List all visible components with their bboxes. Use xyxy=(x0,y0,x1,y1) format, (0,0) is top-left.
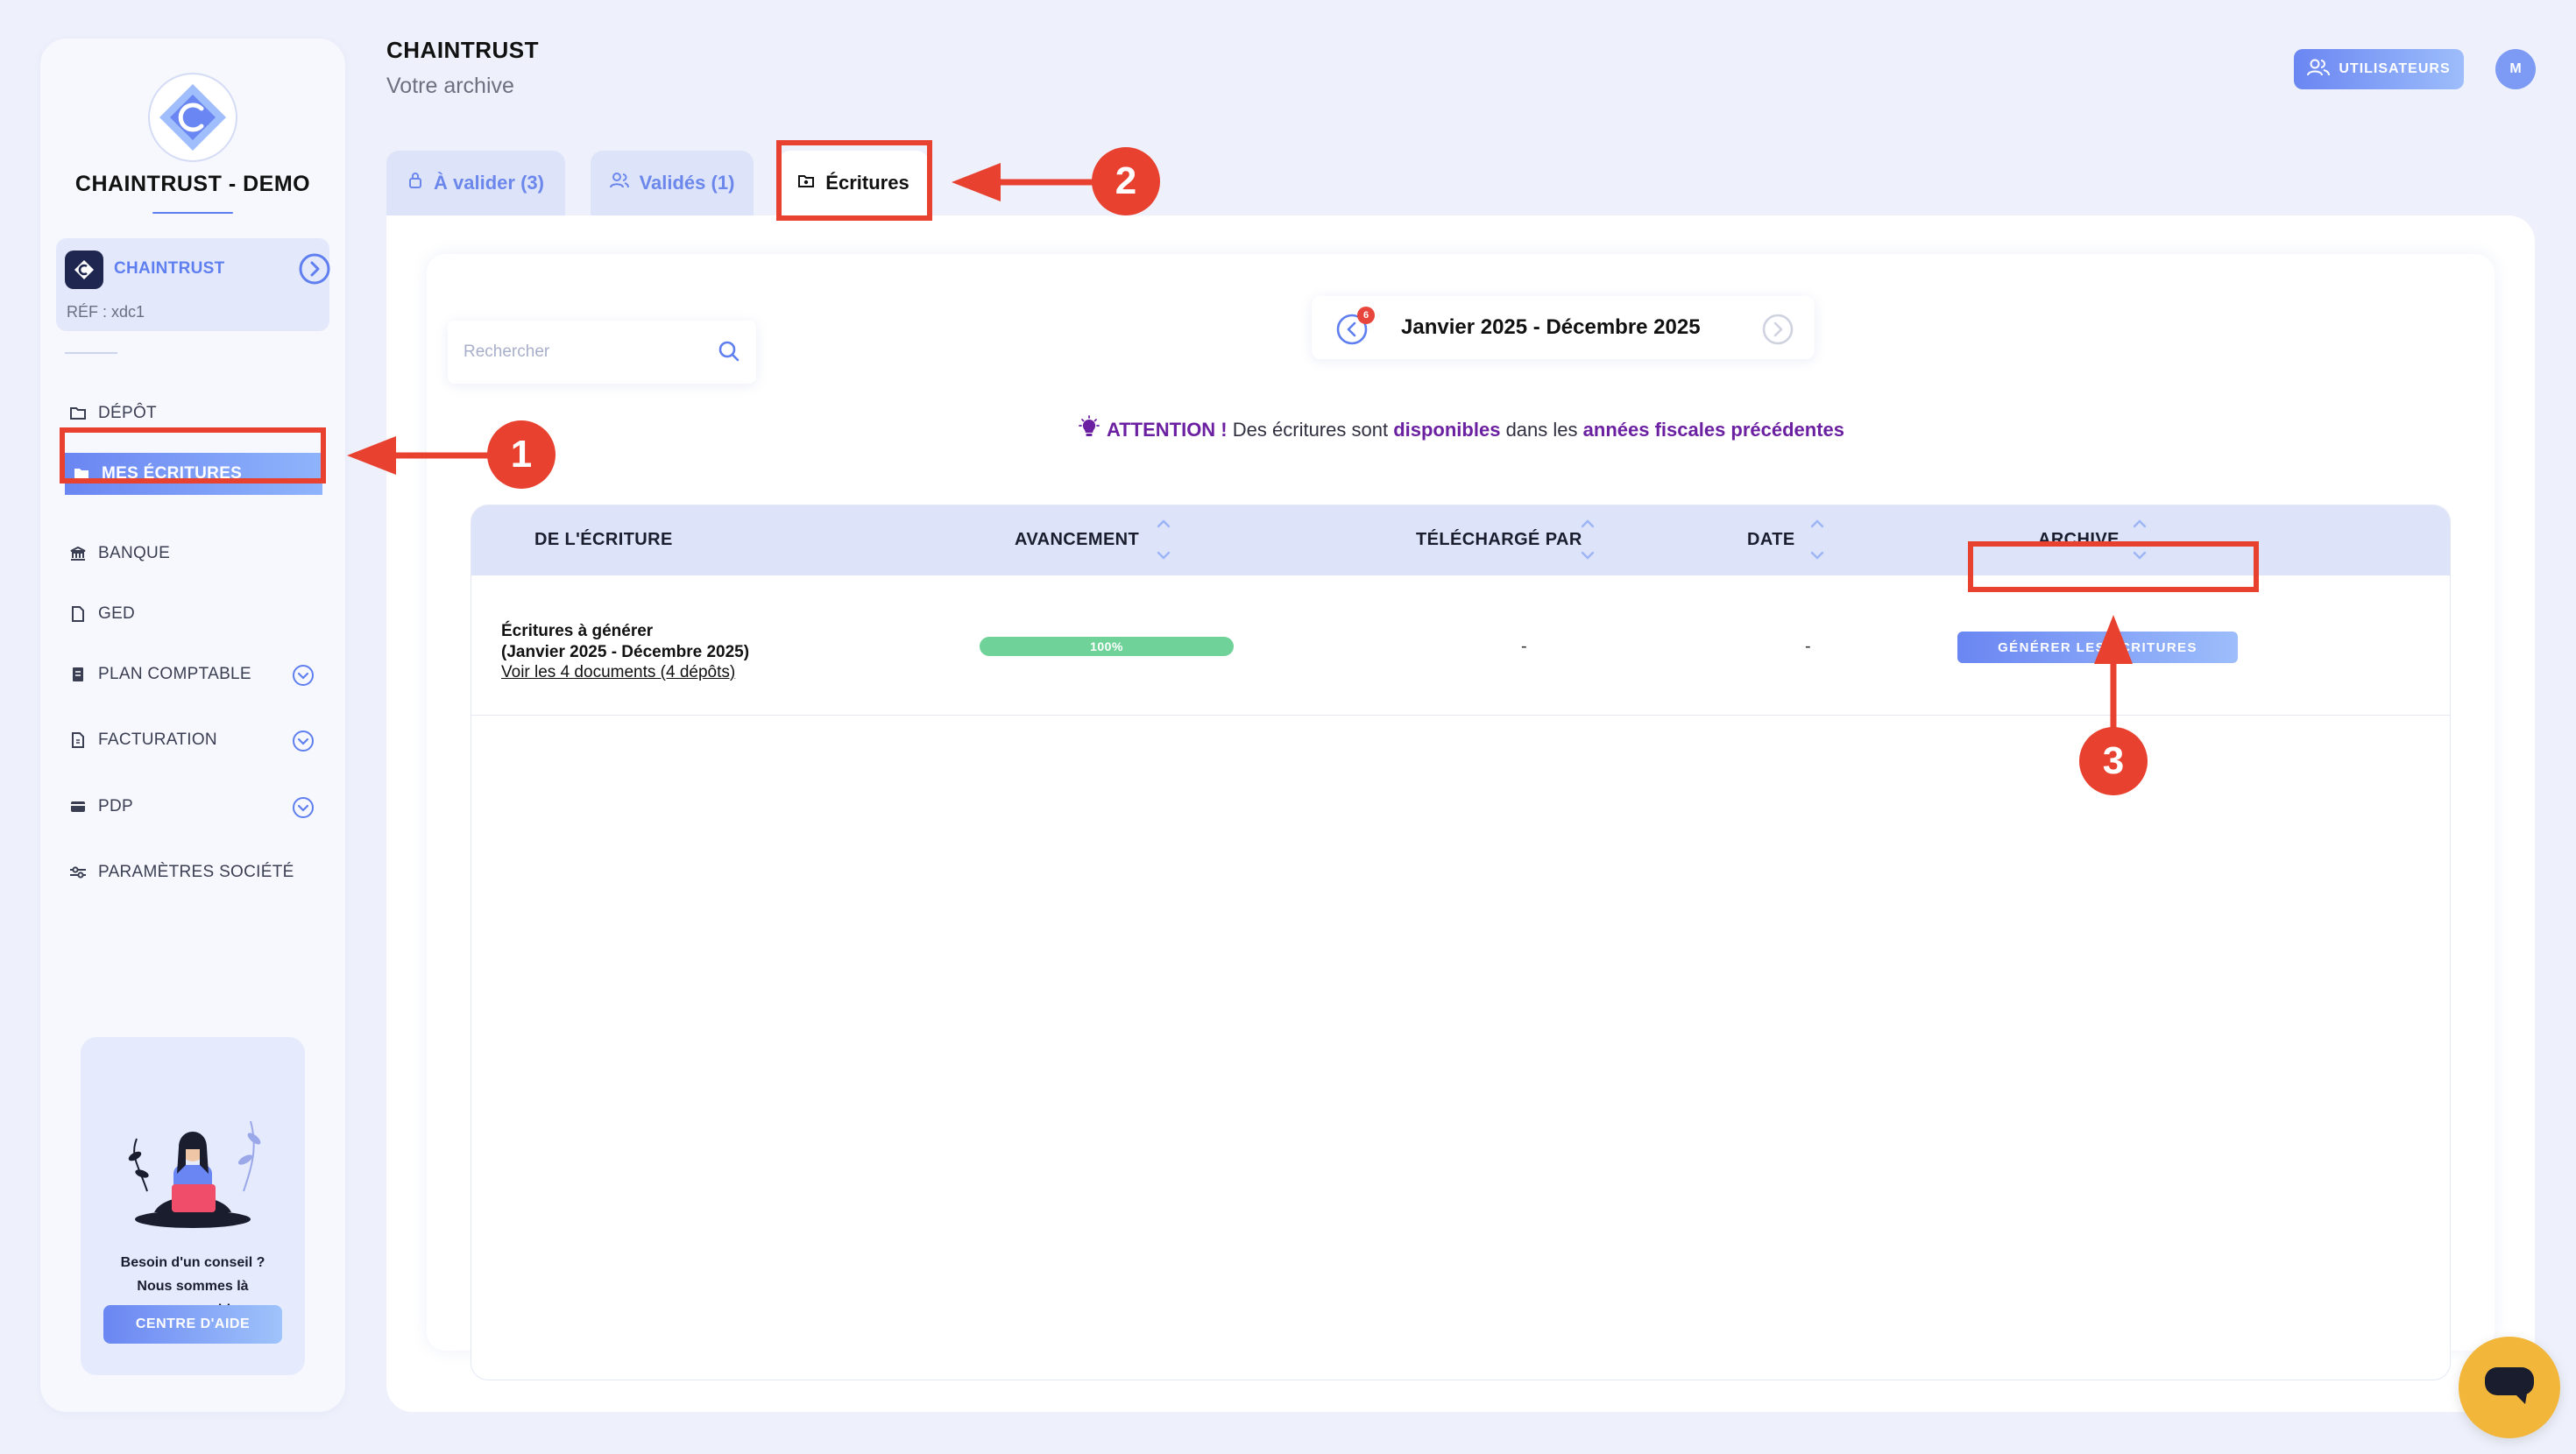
sidebar-item-label: PLAN COMPTABLE xyxy=(98,665,251,683)
documents-link[interactable]: Voir les 4 documents (4 dépôts) xyxy=(501,663,735,682)
help-line: Nous sommes là xyxy=(137,1279,249,1294)
avatar[interactable]: M xyxy=(2495,49,2536,89)
users-icon xyxy=(609,172,629,194)
users-icon xyxy=(2307,58,2331,81)
divider xyxy=(65,352,117,354)
title-underline xyxy=(152,212,233,214)
help-line: Besoin d'un conseil ? xyxy=(120,1255,265,1270)
previous-years-count-badge: 6 xyxy=(1357,307,1375,324)
progress-bar: 100% xyxy=(980,637,1234,656)
table-row: Écritures à générer (Janvier 2025 - Déce… xyxy=(471,575,2450,716)
annotation-badge: 3 xyxy=(2079,727,2148,795)
period-label: Janvier 2025 - Décembre 2025 xyxy=(1401,315,1701,339)
document-icon xyxy=(67,605,89,623)
company-title: CHAINTRUST - DEMO xyxy=(74,172,311,196)
ledger-icon xyxy=(67,666,89,683)
annotation-arrow xyxy=(2094,615,2133,732)
chevron-down-icon[interactable] xyxy=(291,795,315,820)
users-button-label: UTILISATEURS xyxy=(2339,61,2451,76)
annotation-arrow xyxy=(347,436,491,475)
annotation-highlight xyxy=(776,140,932,221)
annotation-arrow xyxy=(952,163,1095,201)
sort-icon[interactable] xyxy=(1155,514,1172,565)
sidebar-item-label: PDP xyxy=(98,797,133,815)
annotation-highlight xyxy=(60,427,326,483)
lightbulb-icon xyxy=(1077,415,1101,445)
org-reference: RÉF : xdc1 xyxy=(67,303,145,321)
chaintrust-logo xyxy=(145,70,240,165)
sidebar: CHAINTRUST - DEMO CHAINTRUST RÉF : xdc1 … xyxy=(40,39,345,1412)
chat-icon xyxy=(2483,1364,2536,1412)
tab-valides[interactable]: Validés (1) xyxy=(591,151,754,215)
sidebar-item-label: FACTURATION xyxy=(98,731,217,749)
bank-icon xyxy=(67,546,89,561)
attention-prefix: ATTENTION ! xyxy=(1106,419,1228,441)
search-input[interactable] xyxy=(464,336,709,368)
tab-label: À valider (3) xyxy=(434,172,544,194)
sidebar-item-facturation[interactable]: FACTURATION xyxy=(67,721,329,759)
sidebar-item-pdp[interactable]: PDP xyxy=(67,787,329,826)
uploaded-by-value: - xyxy=(1521,637,1527,656)
attention-emphasis: disponibles xyxy=(1393,419,1501,441)
sidebar-item-label: PARAMÈTRES SOCIÉTÉ xyxy=(98,863,294,881)
chevron-down-icon[interactable] xyxy=(291,663,315,688)
column-header[interactable]: DE L'ÉCRITURE xyxy=(534,530,673,550)
sidebar-item-plan-comptable[interactable]: PLAN COMPTABLE xyxy=(67,655,329,694)
ecritures-table: DE L'ÉCRITURE AVANCEMENT TÉLÉCHARGÉ PAR … xyxy=(471,505,2451,1380)
lock-icon xyxy=(407,172,423,194)
ecritures-card: 6 Janvier 2025 - Décembre 2025 ATTENTION… xyxy=(427,254,2495,1380)
attention-text: Des écritures sont xyxy=(1232,419,1389,441)
folder-icon xyxy=(67,406,89,421)
invoice-icon xyxy=(67,731,89,749)
users-button[interactable]: UTILISATEURS xyxy=(2294,49,2464,89)
date-value: - xyxy=(1805,637,1811,656)
org-logo-icon xyxy=(65,251,103,289)
column-header[interactable]: DATE xyxy=(1747,530,1795,550)
tab-a-valider[interactable]: À valider (3) xyxy=(386,151,565,215)
sidebar-item-parametres-societe[interactable]: PARAMÈTRES SOCIÉTÉ xyxy=(67,853,329,892)
chevron-right-icon[interactable] xyxy=(298,252,331,286)
org-name: CHAINTRUST xyxy=(114,259,225,278)
help-illustration xyxy=(112,1069,273,1235)
sidebar-item-label: DÉPÔT xyxy=(98,404,157,422)
column-header[interactable]: AVANCEMENT xyxy=(1015,530,1139,550)
sidebar-item-ged[interactable]: GED xyxy=(67,595,329,633)
chevron-right-icon[interactable] xyxy=(1760,312,1795,347)
organization-card[interactable]: CHAINTRUST RÉF : xdc1 xyxy=(56,238,331,331)
main-panel: 6 Janvier 2025 - Décembre 2025 ATTENTION… xyxy=(386,215,2535,1412)
search-icon[interactable] xyxy=(716,338,742,364)
sort-icon[interactable] xyxy=(1808,514,1826,565)
column-header[interactable]: TÉLÉCHARGÉ PAR xyxy=(1416,530,1582,550)
page-subtitle: Votre archive xyxy=(386,74,514,98)
chevron-down-icon[interactable] xyxy=(291,729,315,753)
sidebar-item-label: GED xyxy=(98,604,136,623)
sliders-icon xyxy=(67,865,89,879)
attention-emphasis: années fiscales précédentes xyxy=(1582,419,1845,441)
period-selector: 6 Janvier 2025 - Décembre 2025 xyxy=(1312,296,1815,359)
annotation-highlight xyxy=(1968,541,2259,592)
search-box xyxy=(448,321,756,384)
help-card: Besoin d'un conseil ? Nous sommes là pou… xyxy=(81,1037,305,1375)
attention-message: ATTENTION ! Des écritures sont disponibl… xyxy=(427,415,2495,445)
page-title: CHAINTRUST xyxy=(386,37,539,63)
ecriture-name: Écritures à générer (Janvier 2025 - Déce… xyxy=(501,621,749,663)
sidebar-item-banque[interactable]: BANQUE xyxy=(67,534,329,573)
sort-icon[interactable] xyxy=(1579,514,1596,565)
attention-text: dans les xyxy=(1505,419,1578,441)
ecriture-title: Écritures à générer xyxy=(501,622,654,640)
chat-button[interactable] xyxy=(2459,1337,2560,1438)
ecriture-period: (Janvier 2025 - Décembre 2025) xyxy=(501,643,750,661)
tab-label: Validés (1) xyxy=(639,172,735,194)
annotation-badge: 1 xyxy=(487,420,556,489)
sidebar-item-label: BANQUE xyxy=(98,544,171,562)
annotation-badge: 2 xyxy=(1092,147,1160,215)
card-icon xyxy=(67,800,89,814)
help-center-button[interactable]: CENTRE D'AIDE xyxy=(103,1305,282,1344)
